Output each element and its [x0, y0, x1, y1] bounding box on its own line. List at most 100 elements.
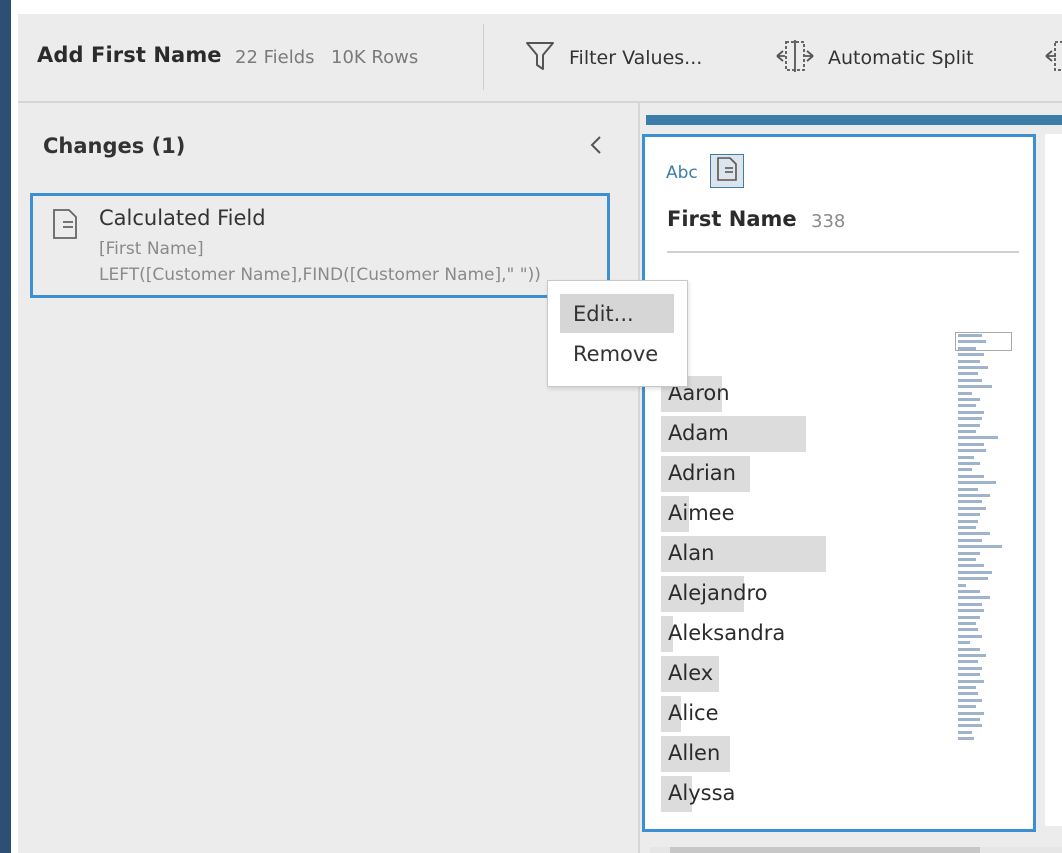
menu-item-edit[interactable]: Edit... — [560, 294, 674, 333]
overview-bar — [958, 596, 990, 600]
overview-bar — [958, 449, 986, 453]
overview-bar — [958, 679, 984, 683]
overview-bar — [958, 519, 978, 523]
value-row[interactable]: Alejandro — [661, 576, 826, 612]
collapse-changes-button[interactable] — [585, 133, 609, 157]
field-name: First Name — [667, 207, 797, 231]
overview-bar — [958, 647, 980, 651]
automatic-split-label: Automatic Split — [828, 47, 974, 69]
overview-bar — [958, 660, 978, 664]
overview-bar — [958, 455, 974, 459]
overview-bar — [958, 417, 982, 421]
string-type-icon[interactable]: Abc — [666, 163, 698, 183]
overview-bar — [958, 602, 982, 606]
overview-bar — [958, 430, 976, 433]
overview-bar — [958, 583, 966, 587]
overview-bar — [958, 391, 972, 395]
calculated-field-icon — [51, 208, 79, 244]
step-toolbar: Add First Name 22 Fields 10K Rows Filter… — [18, 14, 1062, 103]
overview-bar — [958, 564, 984, 568]
overview-bar — [958, 577, 988, 581]
value-label: Aimee — [668, 501, 735, 525]
value-row[interactable]: Aimee — [661, 496, 826, 532]
overview-bar — [958, 628, 978, 632]
value-row[interactable]: Aleksandra — [661, 616, 826, 652]
filter-icon — [525, 40, 555, 76]
toolbar-divider — [483, 24, 484, 90]
changes-title: Changes (1) — [43, 134, 186, 158]
value-label: Alejandro — [668, 581, 768, 605]
overview-bar — [958, 494, 990, 497]
field-header-divider — [667, 251, 1019, 253]
overview-bar — [958, 641, 970, 645]
profile-card-first-name[interactable]: Abc First Name 338 Aaron Adam Adrian Aimee A… — [642, 134, 1036, 832]
overview-bar — [958, 538, 982, 542]
overview-bar — [958, 654, 986, 657]
change-card-field: [First Name] — [99, 239, 204, 259]
value-label: Allen — [668, 741, 721, 765]
overview-bar — [958, 545, 1002, 549]
overview-bar — [958, 359, 980, 363]
overview-bar — [958, 718, 980, 721]
value-row[interactable]: Adrian — [661, 456, 826, 492]
value-row[interactable]: Adam — [661, 416, 826, 452]
overview-bar — [958, 526, 976, 529]
overview-bar — [958, 372, 978, 376]
overview-bar — [958, 366, 988, 369]
profile-header-bar — [646, 115, 1062, 125]
overview-bar — [958, 398, 980, 401]
change-card-calculated-field[interactable]: Calculated Field [First Name] LEFT([Cust… — [30, 193, 610, 298]
overview-bar — [958, 436, 998, 440]
value-label: Alice — [668, 701, 719, 725]
value-label: Aleksandra — [668, 621, 786, 645]
value-row[interactable]: Allen — [661, 736, 826, 772]
chevron-left-icon — [585, 136, 609, 161]
value-row[interactable]: Alice — [661, 696, 826, 732]
app-sidebar-strip — [0, 0, 11, 853]
overview-viewport-indicator[interactable] — [955, 332, 1012, 351]
overview-bar — [958, 532, 990, 536]
change-card-formula: LEFT([Customer Name],FIND([Customer Name… — [99, 265, 541, 285]
value-row[interactable]: Alan — [661, 536, 826, 572]
value-row[interactable]: Alyssa — [661, 776, 826, 812]
overview-bar — [958, 622, 976, 625]
value-row[interactable]: Alex — [661, 656, 826, 692]
overview-bar — [958, 698, 982, 702]
overview-bar — [958, 423, 980, 427]
menu-item-label: Remove — [573, 342, 659, 366]
overview-bar — [958, 385, 992, 389]
split-icon — [776, 39, 814, 77]
overview-bar — [958, 730, 972, 734]
overview-bar — [958, 462, 980, 465]
overview-bar — [958, 666, 982, 670]
window-top-edge — [11, 0, 1062, 14]
field-count: 22 Fields — [235, 47, 315, 68]
custom-split-button[interactable] — [1038, 38, 1062, 78]
calculated-field-icon — [716, 156, 738, 186]
menu-item-remove[interactable]: Remove — [560, 334, 674, 373]
overview-bar — [958, 737, 974, 741]
overview-bar — [958, 506, 986, 510]
value-overview-scrollbar[interactable] — [955, 332, 1015, 742]
overview-bar — [958, 410, 984, 414]
changes-pane: Changes (1) Calculated Field [First Name… — [18, 103, 640, 853]
value-label: Adrian — [668, 461, 736, 485]
overview-bar — [958, 609, 984, 613]
automatic-split-button[interactable]: Automatic Split — [776, 38, 974, 78]
overview-bar — [958, 705, 976, 709]
next-profile-card[interactable] — [1045, 134, 1062, 826]
row-count: 10K Rows — [331, 47, 419, 68]
overview-bar — [958, 590, 980, 593]
filter-values-button[interactable]: Filter Values... — [525, 38, 702, 78]
profile-pane: Abc First Name 338 Aaron Adam Adrian Aimee A… — [640, 103, 1062, 853]
overview-bar — [958, 513, 980, 517]
overview-bar — [958, 481, 996, 485]
horizontal-scrollbar-thumb[interactable] — [670, 847, 980, 853]
context-menu: Edit... Remove — [547, 280, 688, 387]
overview-bar — [958, 634, 982, 638]
overview-bar — [958, 353, 984, 357]
calculated-field-button[interactable] — [710, 154, 744, 188]
overview-bar — [958, 487, 978, 491]
value-label: Alex — [668, 661, 714, 685]
overview-bar — [958, 570, 992, 574]
